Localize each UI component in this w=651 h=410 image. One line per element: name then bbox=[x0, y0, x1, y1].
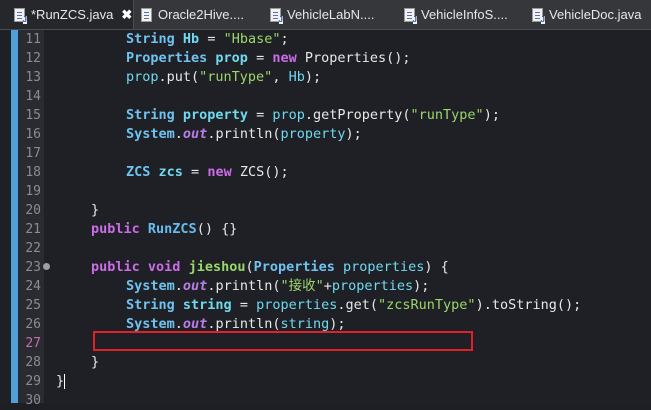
tab-label: *RunZCS.java bbox=[31, 7, 114, 22]
line-number: 28 bbox=[25, 355, 41, 370]
line-number: 27 bbox=[25, 336, 41, 351]
line-number: 15 bbox=[25, 108, 41, 123]
code-line-11[interactable]: String Hb = "Hbase"; bbox=[126, 30, 289, 49]
tab-label: Oracle2Hive.... bbox=[158, 7, 244, 22]
code-line-20[interactable]: } bbox=[91, 201, 99, 220]
editor-tab-bar: *RunZCS.java ✖ Oracle2Hive.... VehicleLa… bbox=[0, 0, 651, 30]
highlight-box bbox=[93, 331, 473, 351]
code-line-29[interactable]: } bbox=[56, 372, 66, 391]
line-number: 24 bbox=[25, 279, 41, 294]
line-number: 23 bbox=[25, 260, 41, 275]
code-line-12[interactable]: Properties prop = new Properties(); bbox=[126, 49, 411, 68]
tab-vehicleinfos[interactable]: VehicleInfoS.... bbox=[404, 0, 508, 29]
tab-oracle2hive[interactable]: Oracle2Hive.... bbox=[141, 0, 244, 29]
code-line-24[interactable]: System.out.println("接收"+properties); bbox=[126, 277, 429, 296]
code-line-21[interactable]: public RunZCS() {} bbox=[91, 220, 237, 239]
line-number: 19 bbox=[25, 184, 41, 199]
java-file-icon bbox=[14, 7, 27, 24]
line-number: 30 bbox=[25, 393, 41, 408]
code-line-18[interactable]: ZCS zcs = new ZCS(); bbox=[126, 163, 289, 182]
code-line-23[interactable]: public void jieshou(Properties propertie… bbox=[91, 258, 449, 277]
code-line-25[interactable]: String string = properties.get("zcsRunTy… bbox=[126, 296, 581, 315]
code-line-28[interactable]: } bbox=[91, 353, 99, 372]
code-editor[interactable]: 11 String Hb = "Hbase"; 12 Properties pr… bbox=[0, 30, 651, 408]
line-number: 20 bbox=[25, 203, 41, 218]
line-number: 29 bbox=[25, 374, 41, 389]
line-number: 11 bbox=[25, 32, 41, 47]
line-number: 25 bbox=[25, 298, 41, 313]
java-file-icon bbox=[532, 7, 545, 24]
java-file-icon bbox=[404, 7, 417, 24]
tab-label: VehicleLabN.... bbox=[287, 7, 375, 22]
line-number: 14 bbox=[25, 89, 41, 104]
tab-vehicledoc[interactable]: VehicleDoc.java bbox=[532, 0, 642, 29]
line-number: 16 bbox=[25, 127, 41, 142]
line-number: 12 bbox=[25, 51, 41, 66]
code-line-13[interactable]: prop.put("runType", Hb); bbox=[126, 68, 321, 87]
line-number: 13 bbox=[25, 70, 41, 85]
file-icon bbox=[141, 7, 152, 22]
tab-runzcs[interactable]: *RunZCS.java ✖ bbox=[0, 0, 134, 29]
text-caret bbox=[64, 373, 66, 389]
code-line-15[interactable]: String property = prop.getProperty("runT… bbox=[126, 106, 500, 125]
collapse-fold-icon[interactable] bbox=[43, 263, 50, 270]
close-icon[interactable]: ✖ bbox=[121, 7, 132, 23]
line-number: 22 bbox=[25, 241, 41, 256]
tab-label: VehicleInfoS.... bbox=[421, 7, 508, 22]
line-number: 17 bbox=[25, 146, 41, 161]
tab-vehiclelabn[interactable]: VehicleLabN.... bbox=[270, 0, 374, 29]
tab-label: VehicleDoc.java bbox=[549, 7, 642, 22]
line-number: 21 bbox=[25, 222, 41, 237]
code-line-16[interactable]: System.out.println(property); bbox=[126, 125, 362, 144]
java-file-icon bbox=[270, 7, 283, 24]
line-number: 26 bbox=[25, 317, 41, 332]
line-number: 18 bbox=[25, 165, 41, 180]
